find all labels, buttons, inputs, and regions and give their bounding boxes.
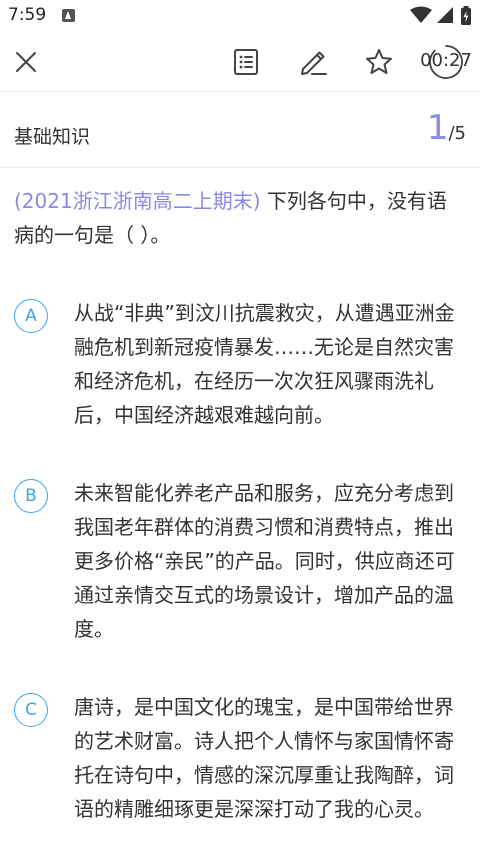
star-icon xyxy=(366,49,392,74)
total-question-count: 5 xyxy=(454,123,466,144)
toolbar: 00:27 xyxy=(0,32,480,92)
current-question-number: 1 xyxy=(426,108,449,148)
close-icon xyxy=(16,52,36,72)
status-time: 7:59 xyxy=(8,5,47,25)
favorite-button[interactable] xyxy=(359,42,399,82)
section-header: 基础知识 1/5 xyxy=(0,92,480,168)
option-text: 从战“非典”到汶川抗震救灾，从遭遇亚洲金融危机到新冠疫情暴发……无论是自然灾害和… xyxy=(74,301,455,427)
close-button[interactable] xyxy=(6,42,46,82)
notification-icon xyxy=(62,9,75,22)
question-counter: 1/5 xyxy=(427,108,466,148)
timer-text: 00:27 xyxy=(420,50,472,71)
battery-icon xyxy=(461,6,471,25)
option-text: 唐诗，是中国文化的瑰宝，是中国带给世界的艺术财富。诗人把个人情怀与家国情怀寄托在… xyxy=(74,695,454,821)
edit-button[interactable] xyxy=(293,42,333,82)
option-letter-circle[interactable]: C xyxy=(14,693,48,727)
timer[interactable]: 00:27 xyxy=(418,44,474,80)
question-source: (2021浙江浙南高二上期末) xyxy=(14,189,261,213)
option-letter-circle[interactable]: B xyxy=(14,479,48,513)
wifi-icon xyxy=(410,6,432,23)
section-title: 基础知识 xyxy=(14,126,91,148)
question-stem: (2021浙江浙南高二上期末) 下列各句中，没有语病的一句是（ ）。 xyxy=(14,184,466,252)
option-text: 未来智能化养老产品和服务，应充分考虑到我国老年群体的消费习惯和消费特点，推出更多… xyxy=(74,481,455,641)
option-letter-circle[interactable]: A xyxy=(14,299,48,333)
answer-sheet-button[interactable] xyxy=(226,42,266,82)
answer-sheet-icon xyxy=(234,49,258,75)
edit-icon xyxy=(301,51,327,75)
signal-icon xyxy=(437,7,453,23)
status-bar: 7:59 xyxy=(0,0,480,32)
